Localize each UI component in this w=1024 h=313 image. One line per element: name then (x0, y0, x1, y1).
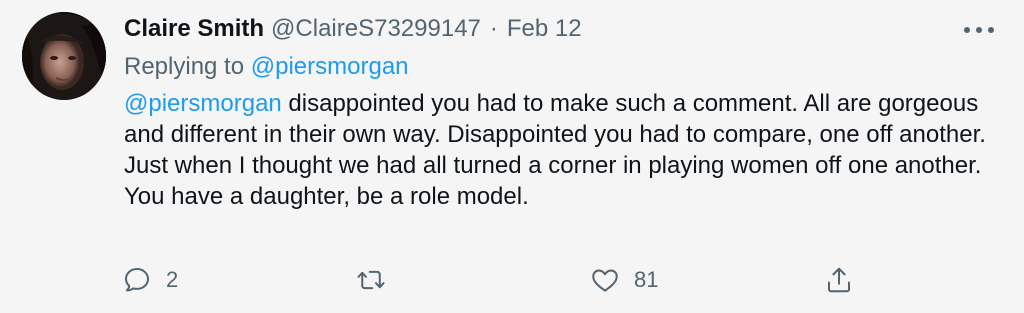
replying-to-line: Replying to @piersmorgan (124, 52, 409, 82)
body-mention[interactable]: @piersmorgan (124, 90, 282, 117)
reply-icon (125, 268, 149, 292)
retweet-button[interactable] (356, 262, 400, 298)
more-options-icon[interactable] (964, 20, 994, 40)
tweet-date[interactable]: Feb 12 (507, 14, 582, 44)
avatar[interactable] (22, 12, 106, 100)
like-count: 81 (634, 267, 659, 292)
more-dot (976, 27, 982, 33)
author-name[interactable]: Claire Smith (124, 14, 264, 44)
reply-button[interactable]: 2 (122, 262, 178, 298)
reply-count: 2 (166, 267, 179, 292)
more-dot (988, 27, 994, 33)
share-button[interactable] (824, 262, 854, 298)
replying-to-mention[interactable]: @piersmorgan (251, 53, 409, 80)
author-handle[interactable]: @ClaireS73299147 (271, 14, 481, 44)
like-button[interactable]: 81 (590, 262, 658, 298)
share-icon (828, 267, 850, 293)
heart-icon (592, 269, 618, 292)
avatar-image (22, 12, 106, 100)
tweet-actions: 2 81 (122, 262, 862, 298)
header-separator: · (489, 15, 498, 42)
replying-to-prefix: Replying to (124, 53, 245, 80)
retweet-icon (357, 270, 385, 290)
tweet-card[interactable]: Claire Smith @ClaireS73299147 · Feb 12 R… (0, 0, 1024, 313)
tweet-header: Claire Smith @ClaireS73299147 · Feb 12 (124, 14, 582, 44)
more-dot (964, 27, 970, 33)
tweet-text: @piersmorgan disappointed you had to mak… (124, 88, 1004, 212)
